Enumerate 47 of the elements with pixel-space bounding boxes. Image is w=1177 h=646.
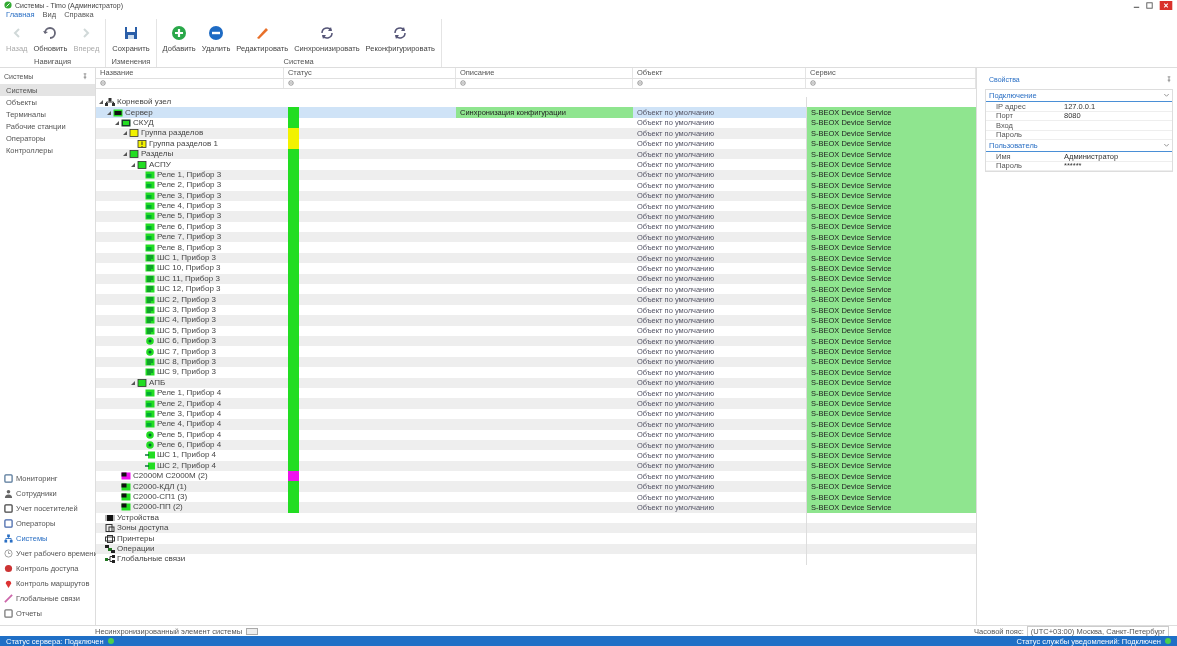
node-name: Группа разделов bbox=[141, 129, 204, 138]
node-name: Реле 2, Прибор 4 bbox=[157, 399, 222, 408]
node-name: ШС 12, Прибор 3 bbox=[157, 285, 221, 294]
node-name: Реле 7, Прибор 3 bbox=[157, 233, 222, 242]
node-name: ШС 4, Прибор 3 bbox=[157, 316, 217, 325]
node-name: ШС 5, Прибор 3 bbox=[157, 326, 217, 335]
node-name: ШС 6, Прибор 3 bbox=[157, 337, 217, 346]
node-name: Реле 1, Прибор 3 bbox=[157, 170, 222, 179]
node-name: С2000-КДЛ (1) bbox=[133, 482, 187, 491]
node-name: Реле 3, Прибор 4 bbox=[157, 409, 222, 418]
node-name: Реле 1, Прибор 4 bbox=[157, 389, 222, 398]
node-name: Глобальные связи bbox=[117, 555, 186, 564]
node-name: Зоны доступа bbox=[117, 524, 169, 533]
node-name: С2000-СП1 (3) bbox=[133, 493, 188, 502]
node-name: Операции bbox=[117, 545, 155, 553]
node-name: Разделы bbox=[141, 150, 174, 159]
node-name: Реле 4, Прибор 3 bbox=[157, 202, 222, 211]
node-name: Корневой узел bbox=[117, 98, 172, 107]
node-name: ШС 7, Прибор 3 bbox=[157, 347, 217, 356]
node-name: Реле 2, Прибор 3 bbox=[157, 181, 222, 190]
node-name: Реле 5, Прибор 3 bbox=[157, 212, 222, 221]
node-name: ШС 2, Прибор 4 bbox=[157, 461, 217, 470]
node-name: Реле 6, Прибор 4 bbox=[157, 441, 222, 450]
node-name: ШС 10, Прибор 3 bbox=[157, 264, 221, 273]
node-name: ШС 1, Прибор 4 bbox=[157, 451, 217, 460]
node-name: ШС 1, Прибор 3 bbox=[157, 254, 217, 263]
node-name: Реле 3, Прибор 3 bbox=[157, 191, 222, 200]
node-name: Реле 5, Прибор 4 bbox=[157, 430, 222, 439]
node-name: С2000-ПП (2) bbox=[133, 503, 183, 512]
node-name: Реле 6, Прибор 3 bbox=[157, 222, 222, 231]
node-name: ШС 9, Прибор 3 bbox=[157, 368, 217, 377]
node-name: ШС 8, Прибор 3 bbox=[157, 357, 217, 366]
node-name: ШС 2, Прибор 3 bbox=[157, 295, 217, 304]
node-name: Реле 8, Прибор 3 bbox=[157, 243, 222, 252]
node-name: Сервер bbox=[125, 108, 153, 117]
node-name: АПБ bbox=[149, 378, 166, 387]
node-name: СКУД bbox=[133, 118, 154, 127]
tree-row[interactable]: Операции bbox=[96, 543, 976, 555]
node-name: АСПУ bbox=[149, 160, 171, 169]
node-name: С2000М С2000М (2) bbox=[133, 472, 208, 481]
node-name: ШС 11, Прибор 3 bbox=[157, 274, 220, 283]
tree-row[interactable]: Зоны доступа bbox=[96, 523, 976, 534]
node-name: ШС 3, Прибор 3 bbox=[157, 306, 217, 314]
node-name: Реле 4, Прибор 4 bbox=[157, 420, 222, 429]
node-name: Устройства bbox=[117, 513, 159, 522]
node-name: Принтеры bbox=[117, 534, 155, 543]
node-name: Группа разделов 1 bbox=[149, 139, 218, 148]
